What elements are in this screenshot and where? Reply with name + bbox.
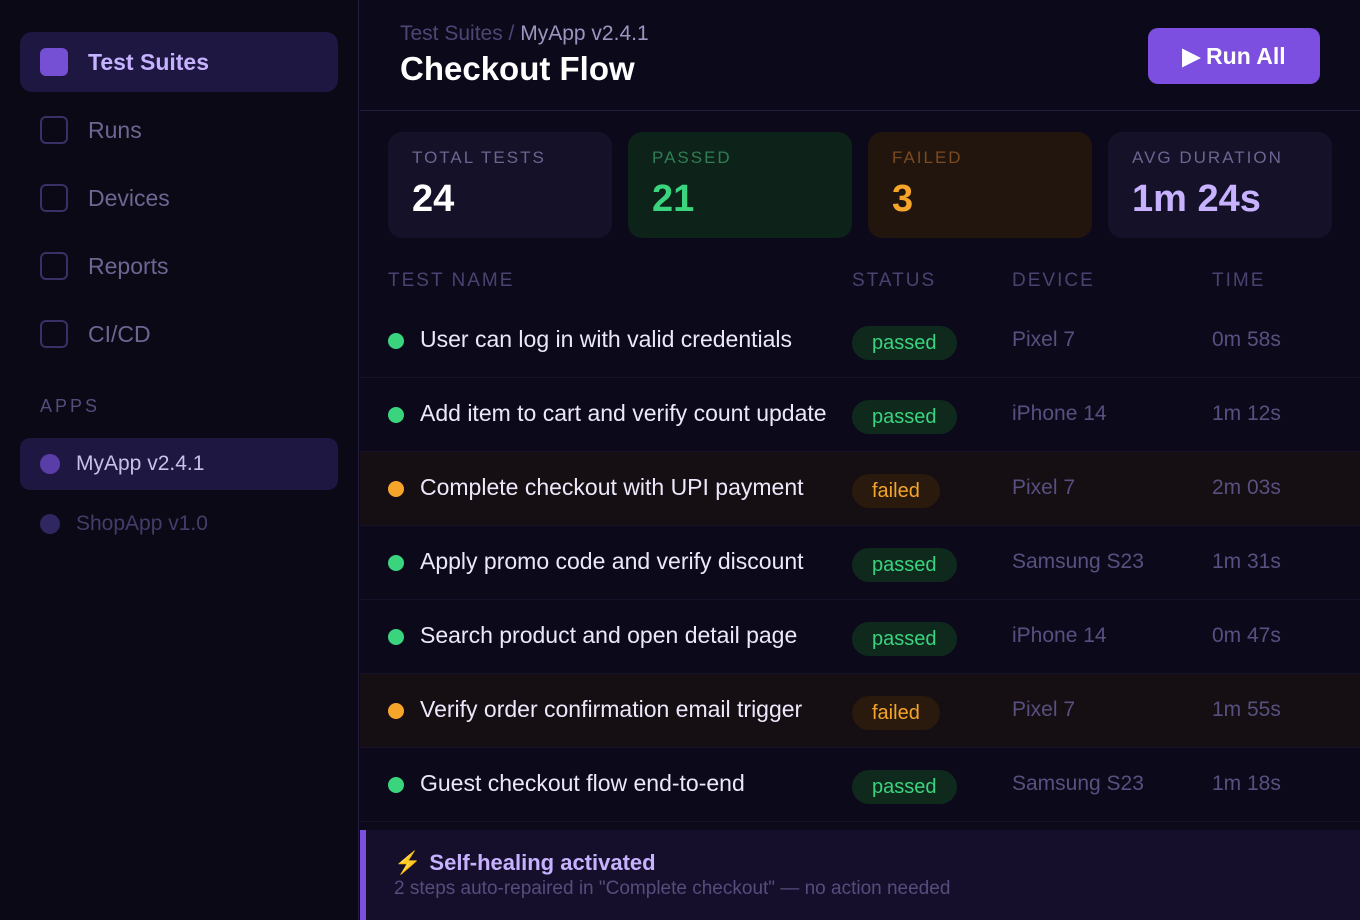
device-name: Pixel 7 — [1012, 328, 1076, 351]
device-name: Samsung S23 — [1012, 550, 1144, 573]
status-badge: passed — [852, 400, 957, 434]
column-header-status[interactable]: STATUS — [852, 270, 936, 292]
status-dot-icon — [388, 629, 404, 645]
test-duration: 2m 03s — [1212, 476, 1281, 499]
devices-icon — [40, 184, 68, 212]
column-header-test-name[interactable]: TEST NAME — [388, 270, 514, 292]
test-name: User can log in with valid credentials — [420, 326, 793, 352]
status-badge: passed — [852, 622, 957, 656]
app-item-shopapp[interactable]: ShopApp v1.0 — [20, 498, 338, 550]
stat-card-passed: PASSED 21 — [628, 132, 852, 238]
test-name: Complete checkout with UPI payment — [420, 474, 804, 500]
self-healing-banner: ⚡ Self-healing activated 2 steps auto-re… — [360, 830, 1360, 920]
device-name: Samsung S23 — [1012, 772, 1144, 795]
table-row[interactable]: User can log in with valid credentials p… — [360, 304, 1360, 378]
table-row[interactable]: Verify order confirmation email trigger … — [360, 674, 1360, 748]
table-row[interactable]: Add item to cart and verify count update… — [360, 378, 1360, 452]
stat-value: 3 — [892, 178, 914, 220]
stat-card-failed: FAILED 3 — [868, 132, 1092, 238]
table-row[interactable]: Search product and open detail page pass… — [360, 600, 1360, 674]
reports-icon — [40, 252, 68, 280]
play-icon: ▶ — [1182, 42, 1201, 69]
sidebar-item-cicd[interactable]: CI/CD — [20, 304, 338, 364]
sidebar-item-runs[interactable]: Runs — [20, 100, 338, 160]
test-name: Guest checkout flow end-to-end — [420, 770, 745, 796]
table-row[interactable]: Complete checkout with UPI payment faile… — [360, 452, 1360, 526]
apps-heading: APPS — [40, 396, 101, 416]
status-dot-icon — [388, 703, 404, 719]
status-dot-icon — [388, 333, 404, 349]
column-header-device[interactable]: DEVICE — [1012, 270, 1095, 292]
sidebar-item-devices[interactable]: Devices — [20, 168, 338, 228]
stat-label: PASSED — [652, 148, 732, 167]
test-duration: 1m 18s — [1212, 772, 1281, 795]
test-duration: 1m 12s — [1212, 402, 1281, 425]
status-dot-icon — [388, 407, 404, 423]
runs-icon — [40, 116, 68, 144]
app-item-myapp[interactable]: MyApp v2.4.1 — [20, 438, 338, 490]
device-name: iPhone 14 — [1012, 624, 1107, 647]
device-name: Pixel 7 — [1012, 698, 1076, 721]
stat-label: TOTAL TESTS — [412, 148, 546, 167]
test-suites-icon — [40, 48, 68, 76]
test-duration: 0m 58s — [1212, 328, 1281, 351]
test-name: Search product and open detail page — [420, 622, 798, 648]
status-badge: passed — [852, 326, 957, 360]
sidebar-item-test-suites[interactable]: Test Suites — [20, 32, 338, 92]
app-dot-icon — [40, 514, 60, 534]
sidebar-item-label: Reports — [88, 252, 169, 279]
run-all-label: Run All — [1206, 42, 1286, 69]
sidebar-item-reports[interactable]: Reports — [20, 236, 338, 296]
status-badge: failed — [852, 696, 940, 730]
test-name: Verify order confirmation email trigger — [420, 696, 803, 722]
cicd-icon — [40, 320, 68, 348]
sidebar-item-label: Test Suites — [88, 48, 209, 75]
status-dot-icon — [388, 481, 404, 497]
status-dot-icon — [388, 555, 404, 571]
status-dot-icon — [388, 777, 404, 793]
test-name: Apply promo code and verify discount — [420, 548, 804, 574]
breadcrumb: Test Suites / MyApp v2.4.1 — [400, 22, 649, 46]
sidebar: Test Suites Runs Devices Reports CI/CD A… — [0, 0, 359, 920]
sidebar-item-label: CI/CD — [88, 320, 151, 347]
device-name: iPhone 14 — [1012, 402, 1107, 425]
sidebar-item-label: Devices — [88, 184, 170, 211]
app-item-label: ShopApp v1.0 — [76, 512, 208, 535]
test-duration: 0m 47s — [1212, 624, 1281, 647]
stat-card-avg-duration: AVG DURATION 1m 24s — [1108, 132, 1332, 238]
breadcrumb-current: MyApp v2.4.1 — [520, 22, 649, 45]
lightning-bolt-icon: ⚡ — [394, 850, 422, 875]
banner-title: Self-healing activated — [429, 850, 656, 875]
page-title: Checkout Flow — [400, 50, 635, 87]
stat-value: 1m 24s — [1132, 178, 1261, 220]
column-header-time[interactable]: TIME — [1212, 270, 1265, 292]
stat-value: 24 — [412, 178, 455, 220]
sidebar-item-label: Runs — [88, 116, 142, 143]
test-duration: 1m 31s — [1212, 550, 1281, 573]
test-name: Add item to cart and verify count update — [420, 400, 827, 426]
banner-subtitle: 2 steps auto-repaired in "Complete check… — [394, 878, 951, 899]
stat-value: 21 — [652, 178, 695, 220]
table-row[interactable]: Apply promo code and verify discount pas… — [360, 526, 1360, 600]
stat-label: AVG DURATION — [1132, 148, 1283, 167]
test-duration: 1m 55s — [1212, 698, 1281, 721]
app-item-label: MyApp v2.4.1 — [76, 452, 205, 475]
header: Test Suites / MyApp v2.4.1 Checkout Flow… — [360, 0, 1360, 111]
stat-card-total-tests: TOTAL TESTS 24 — [388, 132, 612, 238]
breadcrumb-separator: / — [502, 22, 521, 45]
banner-title-row: ⚡ Self-healing activated — [394, 850, 656, 876]
status-badge: failed — [852, 474, 940, 508]
breadcrumb-root-link[interactable]: Test Suites — [400, 22, 503, 45]
run-all-button[interactable]: ▶ Run All — [1148, 28, 1320, 84]
table-row[interactable]: Guest checkout flow end-to-end passed Sa… — [360, 748, 1360, 822]
status-badge: passed — [852, 770, 957, 804]
device-name: Pixel 7 — [1012, 476, 1076, 499]
app-dot-icon — [40, 454, 60, 474]
stat-label: FAILED — [892, 148, 963, 167]
status-badge: passed — [852, 548, 957, 582]
